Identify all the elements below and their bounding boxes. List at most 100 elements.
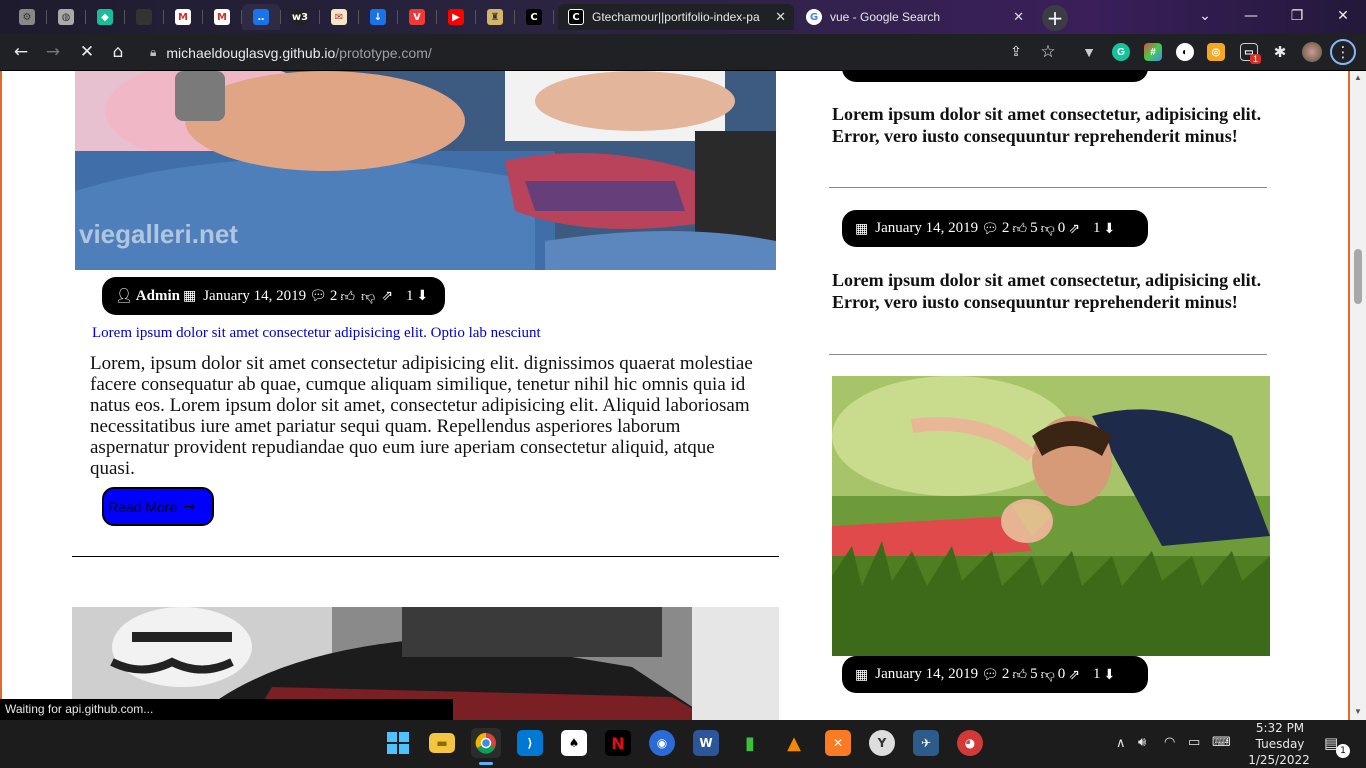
sidebar-item-text[interactable]: Lorem ipsum dolor sit amet consectetur, … — [832, 103, 1272, 147]
thumbs-up-icon[interactable]: 👍︎ — [1012, 666, 1027, 683]
close-tab-icon[interactable]: ✕ — [775, 9, 786, 25]
chrome-menu-icon[interactable]: ⋮ — [1330, 39, 1356, 65]
sidebar-post-image[interactable] — [832, 376, 1270, 656]
tab-youtube[interactable]: ▶ — [437, 4, 475, 30]
dots-tab-icon: ‥ — [253, 9, 269, 25]
bookmark-star-icon[interactable]: ☆ — [1036, 40, 1060, 64]
scrollbar-thumb[interactable] — [1354, 249, 1362, 304]
circle-app-icon[interactable]: Y — [869, 730, 895, 756]
tab-globe[interactable]: ◍ — [47, 4, 85, 30]
tab-active-portfolio[interactable]: C Gtechamour||portifolio-index-pa ✕ — [558, 4, 794, 30]
xampp-icon[interactable]: ✕ — [825, 730, 851, 756]
meta-downloads: 1 — [1093, 666, 1101, 682]
tab-doc[interactable]: ✉ — [320, 4, 358, 30]
stop-loading-icon[interactable]: ✕ — [75, 40, 99, 64]
tab-crest[interactable]: ♜ — [476, 4, 514, 30]
tab-c[interactable]: C — [515, 4, 553, 30]
tab-blank[interactable] — [125, 4, 163, 30]
read-more-label: Read More — [108, 498, 178, 515]
thumbs-down-icon[interactable]: 👎︎ — [361, 288, 375, 305]
windows-start-icon[interactable] — [385, 730, 411, 756]
main-post-image[interactable]: viegalleri.net — [75, 71, 776, 270]
tab-settings[interactable]: ⚙ — [8, 4, 46, 30]
meta-author[interactable]: Admin — [136, 288, 180, 305]
couple-grass-photo-illustration — [832, 376, 1270, 656]
maximize-button[interactable]: ❐ — [1274, 0, 1320, 32]
share-icon[interactable]: ⇗ — [381, 288, 393, 304]
vlc-icon[interactable]: ▲ — [781, 730, 807, 756]
volume-icon[interactable]: 🔊︎ — [1138, 735, 1146, 750]
forward-icon[interactable]: → — [41, 40, 65, 64]
colorful-extension-icon[interactable]: # — [1144, 43, 1162, 61]
google-favicon-icon: G — [806, 9, 822, 25]
grammarly-icon[interactable]: G — [1112, 43, 1130, 61]
meta-date: January 14, 2019 — [875, 220, 979, 236]
download-icon[interactable]: ⬇ — [1104, 221, 1116, 237]
orange-extension-icon[interactable]: ◎ — [1207, 43, 1225, 61]
new-tab-button[interactable]: + — [1042, 5, 1068, 31]
user-icon: 👤︎ — [115, 288, 133, 304]
download-icon[interactable]: ⬇ — [416, 288, 428, 304]
tray-chevron-icon[interactable]: ∧ — [1116, 736, 1126, 751]
thumbs-down-icon[interactable]: 👎︎ — [1041, 666, 1055, 683]
clock-day[interactable]: Tuesday — [1250, 737, 1310, 751]
clock-date[interactable]: 1/25/2022 — [1248, 753, 1310, 767]
home-icon[interactable]: ⌂ — [106, 40, 130, 64]
vivaldi-tab-icon: V — [409, 9, 425, 25]
solitaire-icon[interactable]: ♠ — [561, 730, 587, 756]
thumbs-up-icon[interactable]: 👍︎ — [1012, 220, 1027, 237]
clock-time[interactable]: 5:32 PM — [1254, 721, 1306, 735]
chrome-taskbar-icon[interactable] — [471, 728, 501, 758]
scroll-down-arrow-icon[interactable]: ▼ — [1354, 707, 1362, 716]
blank-tab-icon — [136, 9, 152, 25]
browser-tab-strip: ⚙ ◍ ◆ M M ‥ w3 ✉ ↓ V ▶ ♜ C C Gtechamour||portifolio-… — [0, 0, 1366, 34]
share-icon[interactable]: ⇪ — [1004, 40, 1028, 64]
file-explorer-icon[interactable]: ▬ — [429, 733, 455, 753]
main-post-body: Lorem, ipsum dolor sit amet consectetur … — [90, 353, 753, 479]
netflix-icon[interactable]: N — [605, 730, 631, 756]
share-icon[interactable]: ⇗ — [1068, 667, 1080, 683]
blue-app-icon[interactable]: ✈ — [913, 730, 939, 756]
sidebar-item-text[interactable]: Lorem ipsum dolor sit amet consectetur, … — [832, 269, 1272, 313]
close-window-button[interactable]: ✕ — [1320, 0, 1366, 32]
wifi-icon[interactable]: ◠ — [1164, 735, 1175, 750]
download-icon[interactable]: ⬇ — [1104, 667, 1116, 683]
tab-gmail[interactable]: M — [203, 4, 241, 30]
tab-gmail[interactable]: M — [164, 4, 202, 30]
vscode-icon[interactable]: ⟩ — [517, 730, 543, 756]
battery-icon[interactable]: ▭ — [1188, 735, 1200, 750]
tab-download[interactable]: ↓ — [359, 4, 397, 30]
comment-icon[interactable]: 💬︎ — [309, 288, 327, 304]
tab-google-search[interactable]: G vue - Google Search ✕ — [796, 4, 1032, 30]
sidebar-meta-bar: ▦ January 14, 2019 💬︎ 2 👍︎ 5 👎︎ 0 ⇗ 1 ⬇ — [842, 656, 1148, 693]
photo-app-icon[interactable]: ◉ — [649, 730, 675, 756]
vertical-scrollbar[interactable]: ▲ ▼ — [1350, 71, 1366, 720]
tab-diamond[interactable]: ◆ — [86, 4, 124, 30]
thumbs-up-icon[interactable]: 👍︎ — [340, 288, 355, 305]
back-icon[interactable]: ← — [9, 40, 33, 64]
tab-vivaldi[interactable]: V — [398, 4, 436, 30]
profile-avatar[interactable] — [1302, 42, 1322, 62]
red-owl-icon[interactable]: ◕ — [957, 730, 983, 756]
tab-w3schools[interactable]: w3 — [281, 4, 319, 30]
read-more-button[interactable]: Read More → — [102, 487, 214, 526]
extensions-puzzle-icon[interactable]: ✱ — [1268, 40, 1292, 64]
tab-title: Gtechamour||portifolio-index-pa — [592, 10, 760, 24]
thumbs-down-icon[interactable]: 👎︎ — [1041, 220, 1055, 237]
tab-dots[interactable]: ‥ — [242, 4, 280, 30]
circle-extension-icon[interactable]: ◐ — [1176, 43, 1194, 61]
vuejs-devtools-icon[interactable]: ▼ — [1080, 43, 1098, 61]
scroll-up-arrow-icon[interactable]: ▲ — [1354, 73, 1362, 82]
keyboard-icon[interactable]: ⌨ — [1212, 735, 1231, 750]
minimize-button[interactable]: — — [1228, 0, 1274, 32]
word-icon[interactable]: W — [693, 730, 719, 756]
comment-icon[interactable]: 💬︎ — [981, 221, 999, 237]
main-post-subtitle[interactable]: Lorem ipsum dolor sit amet consectetur a… — [92, 325, 541, 342]
close-tab-icon[interactable]: ✕ — [1013, 9, 1024, 25]
tab-search-dropdown-icon[interactable]: ⌄ — [1182, 0, 1228, 32]
comment-icon[interactable]: 💬︎ — [981, 667, 999, 683]
diamond-tab-icon: ◆ — [97, 9, 113, 25]
share-icon[interactable]: ⇗ — [1068, 221, 1080, 237]
green-pipe-icon[interactable]: ▮ — [737, 730, 763, 756]
address-bar[interactable]: 🔒︎ michaeldouglasvg.github.io/prototype.… — [142, 38, 992, 67]
